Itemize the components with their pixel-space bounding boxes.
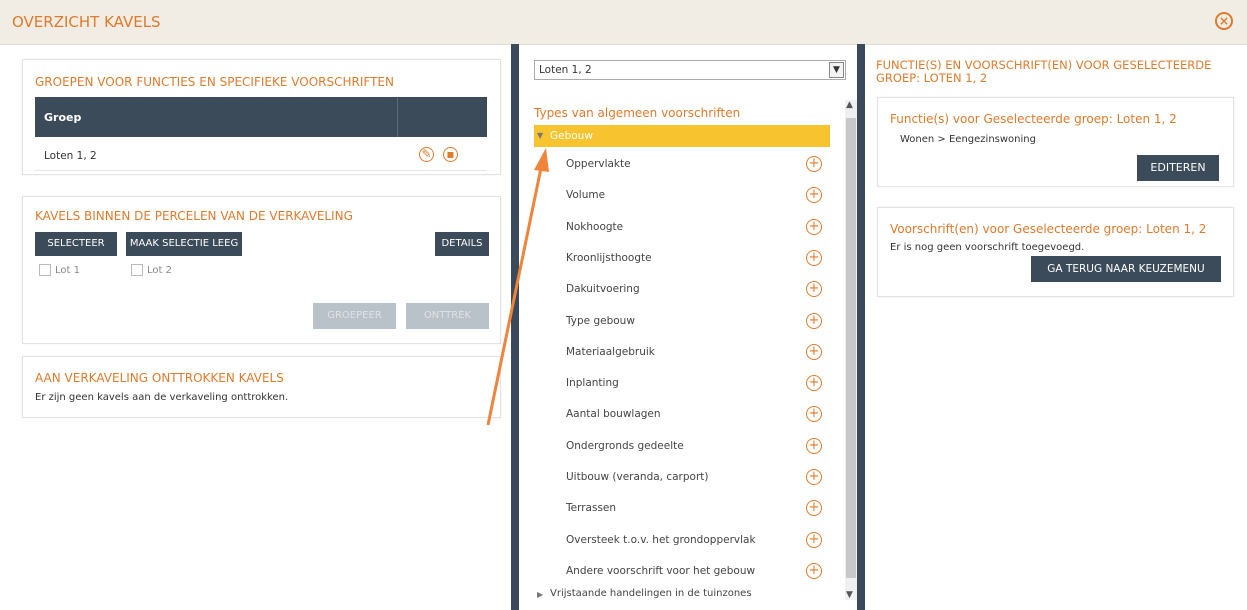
annotation-arrow — [486, 148, 549, 426]
